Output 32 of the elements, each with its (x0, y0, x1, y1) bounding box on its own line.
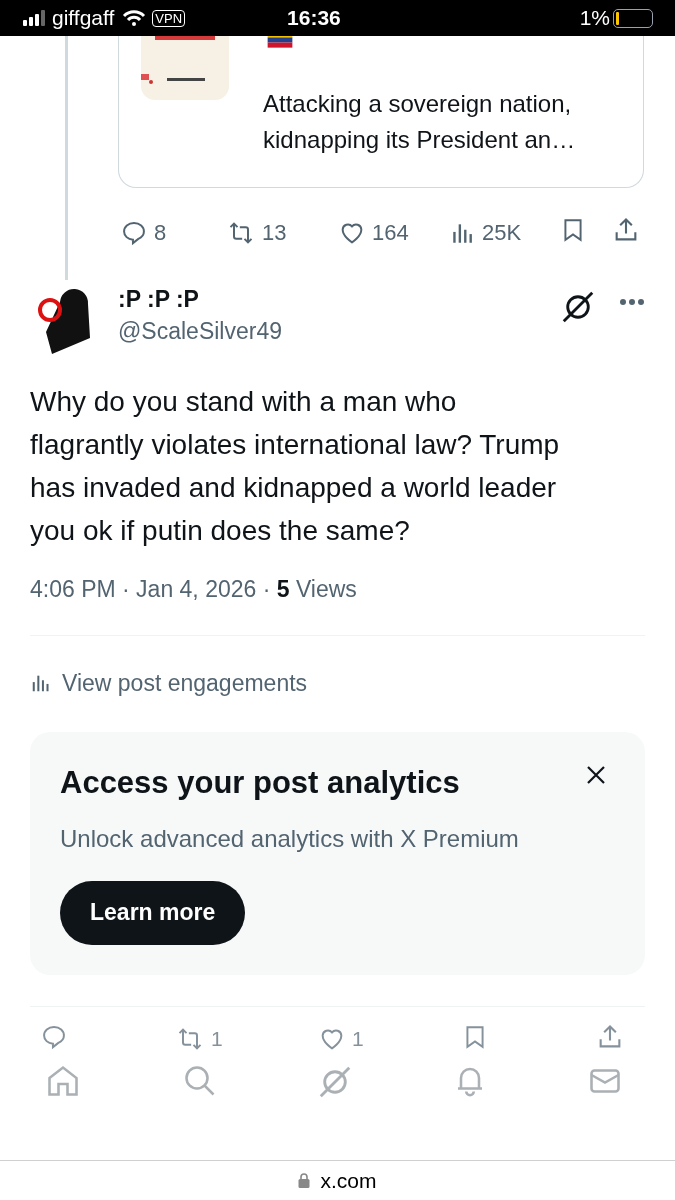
post-body-line: you ok if putin does the same? (30, 514, 410, 548)
learn-more-button[interactable]: Learn more (60, 880, 246, 945)
battery-percent: 1% (579, 5, 610, 32)
lock-icon (298, 1173, 311, 1188)
like-count: 1 (352, 1026, 364, 1052)
wifi-icon (122, 9, 147, 27)
user-handle[interactable]: @ScaleSilver49 (118, 314, 282, 348)
clock-time: 16:36 (287, 5, 341, 32)
promo-subtitle: Unlock advanced analytics with X Premium (60, 823, 519, 854)
like-count: 164 (372, 219, 409, 247)
post-timestamp: 4:06 PM · Jan 4, 2026 · 5 Views (29, 575, 358, 604)
display-name[interactable]: :P :P :P (118, 284, 199, 314)
vpn-badge: VPN (152, 9, 186, 27)
url-text[interactable]: x.com (320, 1164, 377, 1197)
quoted-post-text: kidnapping its President an… (263, 125, 576, 155)
post-body-line: has invaded and kidnapped a world leader (30, 471, 557, 505)
carrier-name: giffgaff (52, 5, 115, 32)
close-icon[interactable] (585, 764, 607, 786)
promo-title: Access your post analytics (60, 764, 460, 802)
post-body-line: flagrantly violates international law? Trump (30, 428, 560, 462)
reply-count: 8 (154, 219, 167, 247)
battery-icon (613, 8, 653, 28)
repost-count: 13 (262, 219, 287, 247)
signal-icon (22, 9, 48, 27)
reply-icon[interactable] (40, 1023, 68, 1051)
post-body-line: Why do you stand with a man who (30, 385, 457, 419)
quoted-post-text: Attacking a sovereign nation, (263, 89, 572, 119)
repost-count: 1 (211, 1026, 223, 1052)
view-engagements-link[interactable]: View post engagements (30, 665, 308, 700)
views-count: 25K (482, 219, 522, 247)
more-options-icon[interactable] (619, 298, 645, 306)
quoted-post-card[interactable]: Attacking a sovereign nation, kidnapping its President an… (118, 36, 644, 188)
